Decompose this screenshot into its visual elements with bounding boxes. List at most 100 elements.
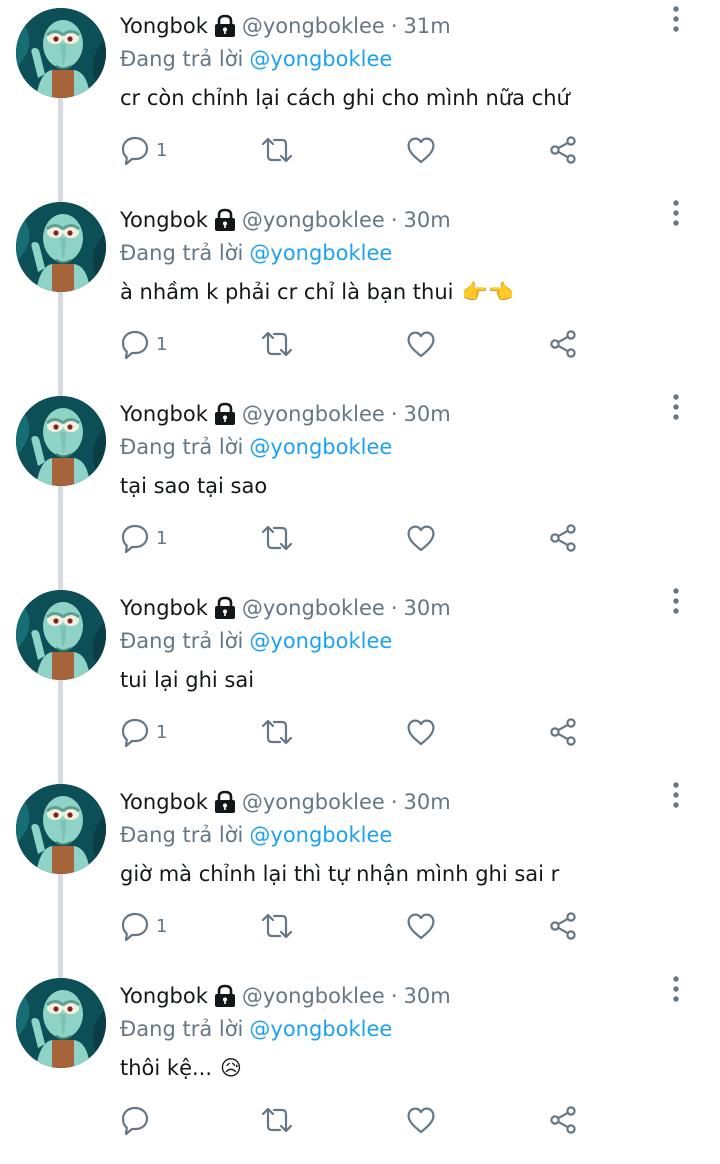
replying-to: Đang trả lời @yongboklee <box>120 42 392 76</box>
replying-to-handle[interactable]: @yongboklee <box>249 823 392 847</box>
replying-to-handle[interactable]: @yongboklee <box>249 241 392 265</box>
display-name[interactable]: Yongbok <box>120 204 208 236</box>
reply-count: 1 <box>156 139 168 161</box>
replying-to-handle[interactable]: @yongboklee <box>249 435 392 459</box>
reply-button[interactable]: 1 <box>120 324 167 364</box>
display-name[interactable]: Yongbok <box>120 592 208 624</box>
handle[interactable]: @yongboklee <box>242 398 385 430</box>
replying-to-label: Đang trả lời <box>120 241 244 265</box>
tweet-body: thôi kệ... <box>120 1056 213 1080</box>
action-bar: 1 <box>0 906 720 946</box>
timestamp[interactable]: 31m <box>404 10 451 42</box>
reply-icon <box>120 717 150 747</box>
separator-dot: · <box>390 402 398 426</box>
like-button[interactable] <box>406 1100 436 1140</box>
handle[interactable]: @yongboklee <box>242 204 385 236</box>
reply-button[interactable]: 1 <box>120 906 167 946</box>
reply-button[interactable]: 1 <box>120 130 167 170</box>
avatar[interactable] <box>16 978 106 1068</box>
share-icon <box>548 717 578 747</box>
lock-icon <box>214 790 236 814</box>
replying-to: Đang trả lời @yongboklee <box>120 624 392 658</box>
tweet-text: tui lại ghi sai <box>120 660 254 700</box>
share-button[interactable] <box>548 906 578 946</box>
more-vertical-icon[interactable] <box>664 4 688 34</box>
replying-to: Đang trả lời @yongboklee <box>120 430 392 464</box>
tweet[interactable]: Yongbok @yongboklee · 30m Đang trả lời @… <box>0 582 720 776</box>
like-button[interactable] <box>406 518 436 558</box>
like-button[interactable] <box>406 712 436 752</box>
heart-icon <box>406 523 436 553</box>
timestamp[interactable]: 30m <box>404 592 451 624</box>
reply-button[interactable]: 1 <box>120 712 167 752</box>
action-bar: 1 <box>0 712 720 752</box>
reply-count: 1 <box>156 527 168 549</box>
retweet-button[interactable] <box>260 324 294 364</box>
tweet-text: à nhầm k phải cr chỉ là bạn thui 👉👈 <box>120 272 514 312</box>
action-bar: 1 <box>0 324 720 364</box>
timestamp[interactable]: 30m <box>404 980 451 1012</box>
like-button[interactable] <box>406 324 436 364</box>
timestamp[interactable]: 30m <box>404 204 451 236</box>
display-name[interactable]: Yongbok <box>120 10 208 42</box>
handle[interactable]: @yongboklee <box>242 980 385 1012</box>
reply-count: 1 <box>156 915 168 937</box>
tweet[interactable]: Yongbok @yongboklee · 30m Đang trả lời @… <box>0 776 720 970</box>
retweet-button[interactable] <box>260 130 294 170</box>
display-name[interactable]: Yongbok <box>120 980 208 1012</box>
avatar[interactable] <box>16 8 106 98</box>
reply-button[interactable]: 1 <box>120 518 167 558</box>
display-name[interactable]: Yongbok <box>120 786 208 818</box>
like-button[interactable] <box>406 130 436 170</box>
retweet-button[interactable] <box>260 712 294 752</box>
more-vertical-icon[interactable] <box>664 780 688 810</box>
tweet[interactable]: Yongbok @yongboklee · 30m Đang trả lời @… <box>0 970 720 1164</box>
replying-to-handle[interactable]: @yongboklee <box>249 47 392 71</box>
tweet[interactable]: Yongbok @yongboklee · 31m Đang trả lời @… <box>0 0 720 194</box>
more-vertical-icon[interactable] <box>664 586 688 616</box>
avatar[interactable] <box>16 784 106 874</box>
heart-icon <box>406 1105 436 1135</box>
avatar[interactable] <box>16 396 106 486</box>
handle[interactable]: @yongboklee <box>242 592 385 624</box>
reply-button[interactable] <box>120 1100 150 1140</box>
more-vertical-icon[interactable] <box>664 392 688 422</box>
lock-icon <box>214 596 236 620</box>
separator-dot: · <box>390 596 398 620</box>
share-button[interactable] <box>548 518 578 558</box>
share-button[interactable] <box>548 324 578 364</box>
tweet-emoji: 👉👈 <box>461 280 514 304</box>
handle[interactable]: @yongboklee <box>242 786 385 818</box>
replying-to: Đang trả lời @yongboklee <box>120 236 392 270</box>
share-button[interactable] <box>548 130 578 170</box>
retweet-icon <box>260 717 294 747</box>
tweet[interactable]: Yongbok @yongboklee · 30m Đang trả lời @… <box>0 388 720 582</box>
reply-count: 1 <box>156 333 168 355</box>
replying-to-handle[interactable]: @yongboklee <box>249 629 392 653</box>
share-button[interactable] <box>548 712 578 752</box>
action-bar <box>0 1100 720 1140</box>
heart-icon <box>406 911 436 941</box>
replying-to-handle[interactable]: @yongboklee <box>249 1017 392 1041</box>
tweet-text: thôi kệ... 😥 <box>120 1048 242 1088</box>
handle[interactable]: @yongboklee <box>242 10 385 42</box>
heart-icon <box>406 717 436 747</box>
avatar[interactable] <box>16 590 106 680</box>
display-name[interactable]: Yongbok <box>120 398 208 430</box>
retweet-button[interactable] <box>260 1100 294 1140</box>
more-vertical-icon[interactable] <box>664 198 688 228</box>
replying-to-label: Đang trả lời <box>120 47 244 71</box>
avatar[interactable] <box>16 202 106 292</box>
share-button[interactable] <box>548 1100 578 1140</box>
retweet-button[interactable] <box>260 906 294 946</box>
action-bar: 1 <box>0 518 720 558</box>
like-button[interactable] <box>406 906 436 946</box>
more-vertical-icon[interactable] <box>664 974 688 1004</box>
timestamp[interactable]: 30m <box>404 786 451 818</box>
tweet-header: Yongbok @yongboklee · 30m <box>120 980 451 1012</box>
timestamp[interactable]: 30m <box>404 398 451 430</box>
retweet-button[interactable] <box>260 518 294 558</box>
lock-icon <box>214 402 236 426</box>
tweet[interactable]: Yongbok @yongboklee · 30m Đang trả lời @… <box>0 194 720 388</box>
lock-icon <box>214 14 236 38</box>
